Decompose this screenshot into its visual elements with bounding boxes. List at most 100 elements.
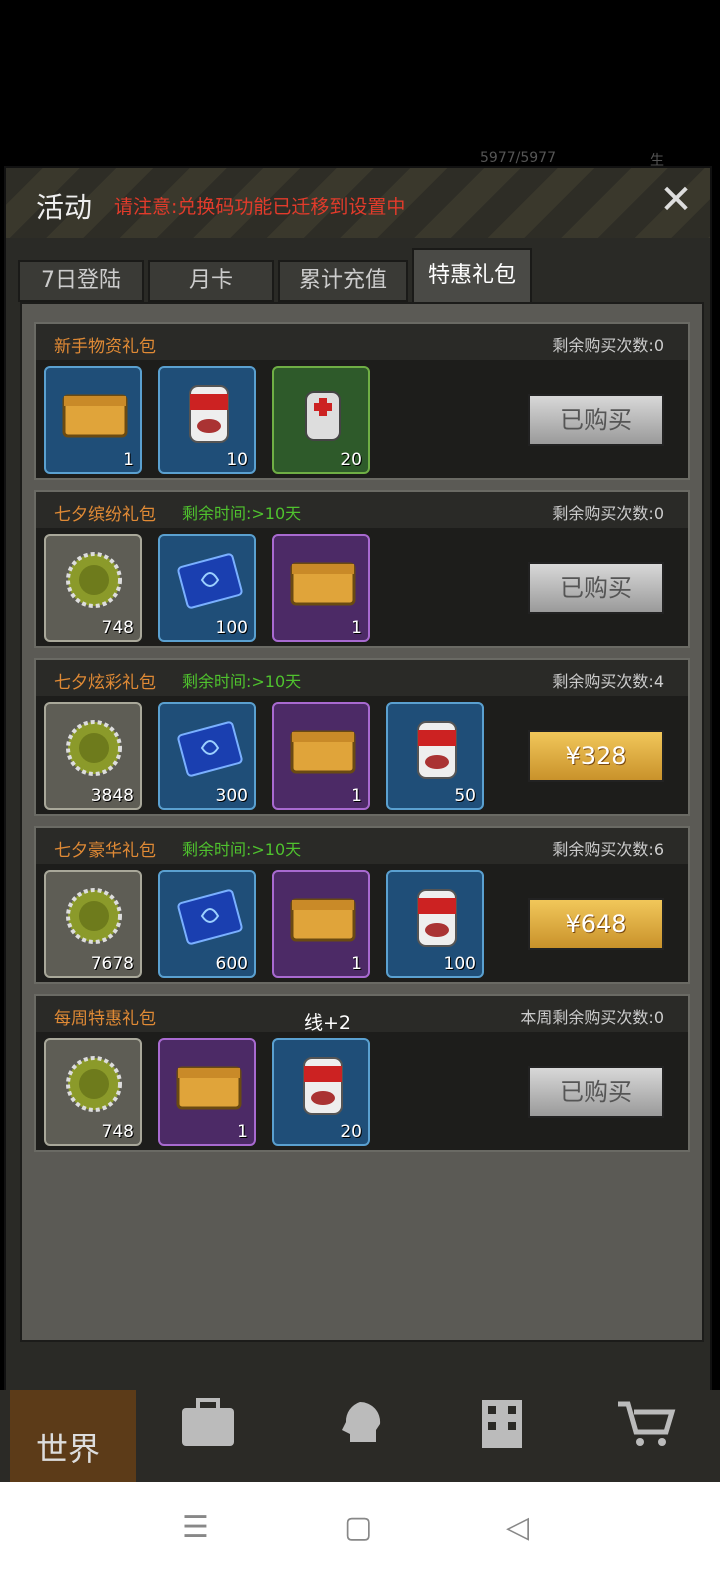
pack-name: 每周特惠礼包 bbox=[54, 1009, 156, 1029]
pack-header: 七夕缤纷礼包 剩余时间:>10天 剩余购买次数:0 bbox=[36, 492, 688, 528]
meat-can-icon bbox=[417, 889, 457, 947]
head-icon[interactable] bbox=[330, 1398, 390, 1450]
buy-button[interactable]: ¥648 bbox=[528, 898, 664, 950]
crate-icon bbox=[62, 394, 128, 438]
pack-remaining: 本周剩余购买次数:0 bbox=[520, 1008, 664, 1027]
item-quantity: 20 bbox=[340, 450, 362, 470]
crate-icon bbox=[290, 898, 356, 942]
meat-can-icon bbox=[303, 1057, 343, 1115]
pack-card-weekly: 每周特惠礼包 本周剩余购买次数:0 748 1 20 已购买 bbox=[34, 994, 690, 1152]
pack-remaining: 剩余购买次数:4 bbox=[552, 672, 664, 691]
bottle-cap-icon bbox=[66, 720, 122, 776]
hp-value: 5977/5977 bbox=[480, 150, 556, 166]
pack-card-newbie: 新手物资礼包 剩余购买次数:0 1 10 20 已购买 bbox=[34, 322, 690, 480]
tab-monthly-card[interactable]: 月卡 bbox=[148, 260, 274, 302]
pack-card-qixi-luxury: 七夕豪华礼包 剩余时间:>10天 剩余购买次数:6 7678 600 1 100… bbox=[34, 826, 690, 984]
tab-7day-login[interactable]: 7日登陆 bbox=[18, 260, 144, 302]
item-slot[interactable]: 1 bbox=[272, 534, 370, 642]
meat-can-icon bbox=[417, 721, 457, 779]
cart-icon[interactable] bbox=[616, 1398, 676, 1450]
pack-time-left: 剩余时间:>10天 bbox=[182, 840, 302, 859]
item-slot[interactable]: 748 bbox=[44, 1038, 142, 1146]
pack-name: 七夕炫彩礼包 bbox=[54, 673, 156, 693]
pack-header: 七夕炫彩礼包 剩余时间:>10天 剩余购买次数:4 bbox=[36, 660, 688, 696]
item-slot[interactable]: 1 bbox=[272, 870, 370, 978]
pack-header: 七夕豪华礼包 剩余时间:>10天 剩余购买次数:6 bbox=[36, 828, 688, 864]
item-quantity: 7678 bbox=[90, 954, 134, 974]
dialog-title: 活动 bbox=[36, 191, 93, 224]
menu-icon[interactable]: ☰ bbox=[182, 1510, 209, 1545]
tab-total-recharge[interactable]: 累计充值 bbox=[278, 260, 408, 302]
status-readout: 5977/5977 生命 bbox=[480, 150, 664, 189]
item-slot[interactable]: 748 bbox=[44, 534, 142, 642]
item-slot[interactable]: 1 bbox=[272, 702, 370, 810]
activity-dialog: 活动 请注意:兑换码功能已迁移到设置中 ✕ 7日登陆 月卡 累计充值 特惠礼包 … bbox=[4, 166, 712, 1392]
purchased-button[interactable]: 已购买 bbox=[528, 394, 664, 446]
building-icon[interactable] bbox=[472, 1398, 532, 1450]
home-icon[interactable]: ▢ bbox=[344, 1510, 372, 1545]
item-quantity: 50 bbox=[454, 786, 476, 806]
dialog-header: 活动 请注意:兑换码功能已迁移到设置中 ✕ bbox=[6, 168, 710, 238]
pack-remaining: 剩余购买次数:6 bbox=[552, 840, 664, 859]
item-quantity: 748 bbox=[101, 618, 134, 638]
back-icon[interactable]: ◁ bbox=[506, 1510, 529, 1545]
item-slot[interactable]: 20 bbox=[272, 1038, 370, 1146]
crate-icon bbox=[176, 1066, 242, 1110]
redeem-notice: 请注意:兑换码功能已迁移到设置中 bbox=[114, 196, 406, 218]
bottle-cap-icon bbox=[66, 552, 122, 608]
item-slot[interactable]: 7678 bbox=[44, 870, 142, 978]
item-slot[interactable]: 3848 bbox=[44, 702, 142, 810]
item-quantity: 600 bbox=[215, 954, 248, 974]
item-slot[interactable]: 100 bbox=[158, 534, 256, 642]
item-quantity: 1 bbox=[123, 450, 134, 470]
item-slot[interactable]: 10 bbox=[158, 366, 256, 474]
item-quantity: 100 bbox=[443, 954, 476, 974]
nav-world[interactable]: 世界 bbox=[10, 1390, 136, 1482]
item-quantity: 748 bbox=[101, 1122, 134, 1142]
pack-name: 七夕缤纷礼包 bbox=[54, 505, 156, 525]
item-quantity: 10 bbox=[226, 450, 248, 470]
tab-special-pack[interactable]: 特惠礼包 bbox=[412, 248, 532, 304]
item-quantity: 1 bbox=[351, 954, 362, 974]
purchased-button[interactable]: 已购买 bbox=[528, 562, 664, 614]
qixi-card-icon bbox=[177, 553, 243, 609]
pack-header: 新手物资礼包 剩余购买次数:0 bbox=[36, 324, 688, 360]
close-icon[interactable]: ✕ bbox=[656, 180, 696, 220]
item-slot[interactable]: 1 bbox=[44, 366, 142, 474]
bottle-cap-icon bbox=[66, 888, 122, 944]
pack-remaining: 剩余购买次数:0 bbox=[552, 336, 664, 355]
pack-list[interactable]: 新手物资礼包 剩余购买次数:0 1 10 20 已购买 七夕缤纷礼包 剩余时间:… bbox=[20, 302, 704, 1342]
item-quantity: 300 bbox=[215, 786, 248, 806]
bottle-cap-icon bbox=[66, 1056, 122, 1112]
medkit-can-icon bbox=[305, 391, 341, 441]
nav-world-label: 世界 bbox=[36, 1430, 101, 1468]
item-quantity: 3848 bbox=[90, 786, 134, 806]
qixi-card-icon bbox=[177, 889, 243, 945]
backpack-icon[interactable] bbox=[178, 1398, 238, 1450]
pack-name: 新手物资礼包 bbox=[54, 337, 156, 357]
buy-button[interactable]: ¥328 bbox=[528, 730, 664, 782]
floating-toast: 线+2 bbox=[304, 1012, 352, 1034]
item-slot[interactable]: 600 bbox=[158, 870, 256, 978]
pack-remaining: 剩余购买次数:0 bbox=[552, 504, 664, 523]
crate-icon bbox=[290, 730, 356, 774]
item-slot[interactable]: 50 bbox=[386, 702, 484, 810]
meat-can-icon bbox=[189, 385, 229, 443]
pack-header: 每周特惠礼包 本周剩余购买次数:0 bbox=[36, 996, 688, 1032]
item-slot[interactable]: 1 bbox=[158, 1038, 256, 1146]
pack-name: 七夕豪华礼包 bbox=[54, 841, 156, 861]
item-slot[interactable]: 300 bbox=[158, 702, 256, 810]
item-slot[interactable]: 100 bbox=[386, 870, 484, 978]
pack-card-qixi-dazzle: 七夕炫彩礼包 剩余时间:>10天 剩余购买次数:4 3848 300 1 50 … bbox=[34, 658, 690, 816]
item-quantity: 100 bbox=[215, 618, 248, 638]
item-quantity: 1 bbox=[351, 786, 362, 806]
item-quantity: 1 bbox=[237, 1122, 248, 1142]
item-quantity: 1 bbox=[351, 618, 362, 638]
qixi-card-icon bbox=[177, 721, 243, 777]
item-slot[interactable]: 20 bbox=[272, 366, 370, 474]
purchased-button[interactable]: 已购买 bbox=[528, 1066, 664, 1118]
item-quantity: 20 bbox=[340, 1122, 362, 1142]
pack-time-left: 剩余时间:>10天 bbox=[182, 672, 302, 691]
pack-time-left: 剩余时间:>10天 bbox=[182, 504, 302, 523]
pack-card-qixi-colorful: 七夕缤纷礼包 剩余时间:>10天 剩余购买次数:0 748 100 1 已购买 bbox=[34, 490, 690, 648]
